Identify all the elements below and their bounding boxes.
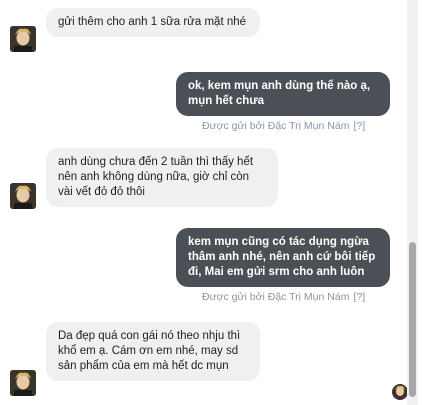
- sent-by-label: Được gửi bởi Đặc Trị Mụn Nám [?]: [202, 291, 366, 303]
- scrollbar-thumb[interactable]: [409, 242, 416, 397]
- help-link[interactable]: [?]: [353, 291, 365, 303]
- sent-by-label: Được gửi bởi Đặc Trị Mụn Nám [?]: [202, 120, 366, 132]
- outgoing-message[interactable]: ok, kem mụn anh dùng thế nào ạ, mụn hết …: [176, 72, 390, 116]
- incoming-message[interactable]: Da đẹp quá con gái nó theo nhju thì khổ …: [46, 322, 260, 381]
- message-text: anh dùng chưa đến 2 tuần thì thấy hết nê…: [58, 156, 254, 198]
- contact-avatar[interactable]: [10, 370, 36, 396]
- contact-avatar[interactable]: [10, 183, 36, 209]
- seen-avatar-icon: [392, 384, 408, 400]
- message-text: ok, kem mụn anh dùng thế nào ạ, mụn hết …: [188, 80, 371, 107]
- incoming-message[interactable]: anh dùng chưa đến 2 tuần thì thấy hết nê…: [46, 148, 278, 207]
- contact-avatar[interactable]: [10, 26, 36, 52]
- message-text: kem mụn cũng có tác dụng ngừa thâm anh n…: [188, 236, 376, 278]
- outgoing-message[interactable]: kem mụn cũng có tác dụng ngừa thâm anh n…: [176, 228, 390, 287]
- message-text: gửi thêm cho anh 1 sữa rửa mặt nhé: [58, 16, 247, 28]
- message-text: Da đẹp quá con gái nó theo nhju thì khổ …: [58, 330, 241, 372]
- message-thread: gửi thêm cho anh 1 sữa rửa mặt nhé ok, k…: [0, 0, 408, 405]
- help-link[interactable]: [?]: [353, 120, 365, 132]
- scrollbar[interactable]: [407, 0, 418, 405]
- incoming-message[interactable]: gửi thêm cho anh 1 sữa rửa mặt nhé: [46, 8, 260, 37]
